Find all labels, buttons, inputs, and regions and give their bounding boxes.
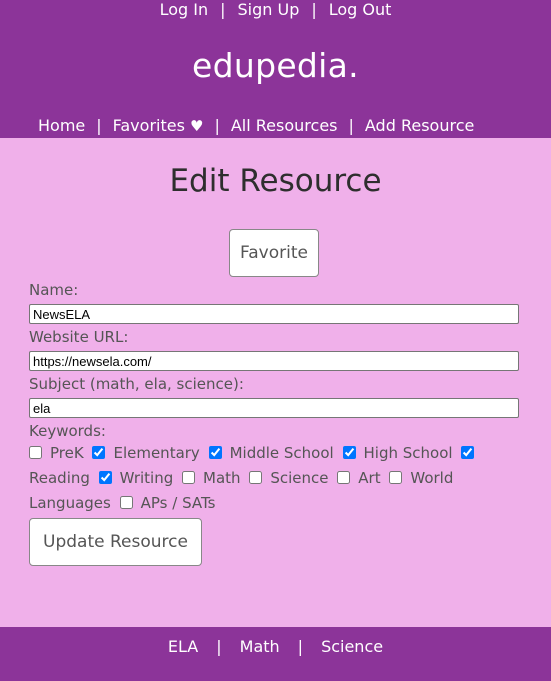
- update-resource-button[interactable]: Update Resource: [29, 518, 202, 566]
- keyword-checkbox[interactable]: [29, 446, 42, 459]
- footer-science-link[interactable]: Science: [321, 637, 383, 656]
- auth-nav: Log In | Sign Up | Log Out: [0, 0, 551, 20]
- nav-favorites-label: Favorites: [112, 116, 185, 135]
- keyword-label: Science: [270, 469, 329, 487]
- keyword-label: Art: [358, 469, 381, 487]
- favorite-button[interactable]: Favorite: [229, 229, 319, 277]
- subject-input[interactable]: [29, 398, 519, 418]
- keyword-label: Writing: [119, 469, 174, 487]
- keyword-checkbox[interactable]: [342, 446, 356, 459]
- name-input[interactable]: [29, 304, 519, 324]
- separator: |: [214, 116, 220, 135]
- separator: |: [96, 116, 102, 135]
- separator: |: [297, 637, 304, 656]
- footer-ela-link[interactable]: ELA: [168, 637, 198, 656]
- signup-link[interactable]: Sign Up: [238, 0, 300, 19]
- nav-favorites[interactable]: Favorites ♥: [113, 116, 204, 135]
- main-nav: Home | Favorites ♥ | All Resources | Add Resou…: [38, 116, 474, 136]
- keyword-label: PreK: [50, 444, 84, 462]
- keywords-label: Keywords:: [29, 422, 106, 440]
- site-logo[interactable]: edupedia.: [0, 46, 551, 85]
- site-footer: ELA | Math | Science: [0, 627, 551, 681]
- separator: |: [348, 116, 354, 135]
- keyword-label: APs / SATs: [140, 494, 216, 512]
- nav-add-resource[interactable]: Add Resource: [365, 116, 474, 135]
- edit-resource-form: Name: Website URL: Subject (math, ela, s…: [29, 281, 520, 566]
- footer-math-link[interactable]: Math: [240, 637, 280, 656]
- keyword-checkbox[interactable]: [182, 471, 196, 484]
- keyword-label: Reading: [29, 469, 90, 487]
- keyword-checkbox[interactable]: [98, 471, 112, 484]
- keyword-checkbox[interactable]: [92, 446, 106, 459]
- nav-home[interactable]: Home: [38, 116, 85, 135]
- keyword-label: Middle School: [229, 444, 334, 462]
- keyword-checkbox[interactable]: [337, 471, 351, 484]
- url-input[interactable]: [29, 351, 519, 371]
- keywords-group: PreK Elementary Middle School High Schoo…: [29, 441, 520, 516]
- separator: |: [216, 637, 222, 656]
- keyword-label: Elementary: [113, 444, 200, 462]
- login-link[interactable]: Log In: [160, 0, 209, 19]
- url-label: Website URL:: [29, 328, 129, 346]
- logout-link[interactable]: Log Out: [329, 0, 392, 19]
- separator: |: [311, 0, 317, 19]
- keyword-checkbox[interactable]: [208, 446, 222, 459]
- nav-all-resources[interactable]: All Resources: [231, 116, 338, 135]
- heart-icon: ♥: [190, 117, 204, 135]
- site-header: Log In | Sign Up | Log Out edupedia. Home | Fa…: [0, 0, 551, 138]
- keyword-label: Math: [203, 469, 241, 487]
- subject-label: Subject (math, ela, science):: [29, 375, 244, 393]
- keyword-checkbox[interactable]: [461, 446, 475, 459]
- separator: |: [220, 0, 226, 19]
- keyword-checkbox[interactable]: [389, 471, 403, 484]
- keyword-label: High School: [363, 444, 453, 462]
- keyword-checkbox[interactable]: [249, 471, 263, 484]
- name-label: Name:: [29, 281, 79, 299]
- keyword-checkbox[interactable]: [119, 496, 133, 509]
- page-title: Edit Resource: [169, 163, 382, 199]
